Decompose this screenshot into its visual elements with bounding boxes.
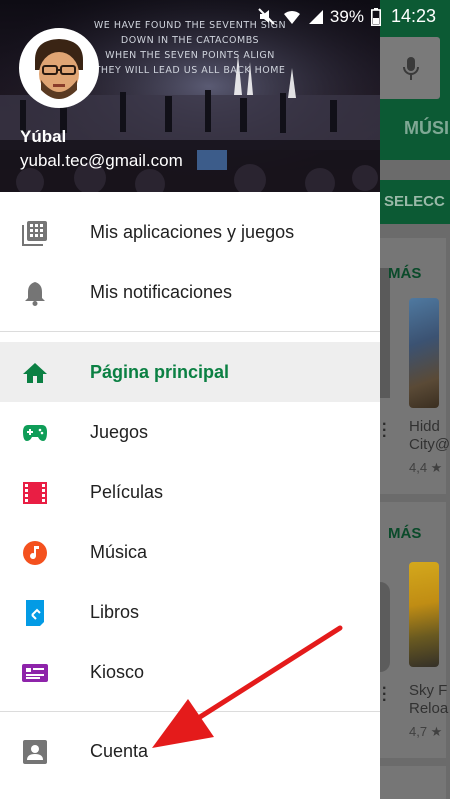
clock: 14:23 <box>390 6 436 26</box>
menu-item-games[interactable]: Juegos <box>0 402 380 462</box>
battery-icon <box>370 7 381 26</box>
home-icon <box>22 360 48 386</box>
more-options-icon: · · · <box>382 416 388 445</box>
menu-item-account[interactable]: Cuenta <box>0 721 380 781</box>
apps-grid-icon <box>22 220 48 246</box>
menu-item-music[interactable]: Música <box>0 522 380 582</box>
navigation-drawer: WE HAVE FOUND THE SEVENTH SIGN DOWN IN T… <box>0 0 380 799</box>
background-strip-label: SELECC <box>384 193 445 210</box>
menu-item-home[interactable]: Página principal <box>0 342 380 402</box>
menu-item-label: Libros <box>90 601 140 622</box>
menu-item-label: Películas <box>90 481 164 502</box>
app-thumbnail <box>409 298 439 408</box>
menu-item-label: Mis notificaciones <box>90 281 233 302</box>
menu-item-label: Cuenta <box>90 740 149 761</box>
menu-item-label: Mis aplicaciones y juegos <box>90 221 295 242</box>
app-rating: 4,4 ★ <box>409 460 443 475</box>
more-label: MÁS <box>388 265 422 282</box>
background-card: MÁS · · · Sky F Reloa 4,7 ★ <box>380 502 449 758</box>
background-tab-music: MÚSI <box>404 118 449 138</box>
signal-icon <box>308 9 324 25</box>
status-bar: 39% 14:23 <box>0 0 450 33</box>
background-card <box>380 766 446 799</box>
music-note-icon <box>22 540 48 566</box>
user-name: Yúbal <box>20 127 67 146</box>
battery-percent: 39% <box>329 6 364 26</box>
book-icon <box>22 600 48 626</box>
more-options-icon: · · · <box>382 680 388 709</box>
app-title: Hidd City@ <box>409 418 450 453</box>
app-thumbnail <box>409 562 439 667</box>
app-title: Sky F Reloa <box>409 682 449 717</box>
background-card: MÁS · · · Hidd City@ 4,4 ★ <box>380 238 450 494</box>
divider <box>0 711 380 712</box>
bell-icon <box>22 280 48 306</box>
menu-item-movies[interactable]: Películas <box>0 462 380 522</box>
film-icon <box>22 480 48 506</box>
wifi-icon <box>283 9 301 25</box>
newsstand-icon <box>22 660 48 686</box>
menu-item-label: Página principal <box>90 361 230 382</box>
menu-item-books[interactable]: Libros <box>0 582 380 642</box>
gamepad-icon <box>22 420 48 446</box>
menu-item-label: Juegos <box>90 421 149 442</box>
background-play-store: MÚSI SELECC MÁS · · · Hidd City@ 4,4 ★ MÁS … <box>380 0 450 799</box>
app-rating: 4,7 ★ <box>409 724 443 739</box>
menu-item-notifications[interactable]: Mis notificaciones <box>0 262 380 322</box>
divider <box>0 331 380 332</box>
avatar[interactable] <box>19 28 99 108</box>
menu-item-my-apps[interactable]: Mis aplicaciones y juegos <box>0 202 380 262</box>
menu-item-newsstand[interactable]: Kiosco <box>0 642 380 702</box>
background-strip: SELECC <box>380 180 450 224</box>
microphone-icon <box>402 56 420 87</box>
menu-item-label: Kiosco <box>90 661 145 682</box>
menu-item-label: Música <box>90 541 148 562</box>
user-email[interactable]: yubal.tec@gmail.com <box>20 151 183 171</box>
mute-icon <box>258 8 276 25</box>
account-icon <box>22 739 48 765</box>
more-label: MÁS <box>388 525 422 542</box>
